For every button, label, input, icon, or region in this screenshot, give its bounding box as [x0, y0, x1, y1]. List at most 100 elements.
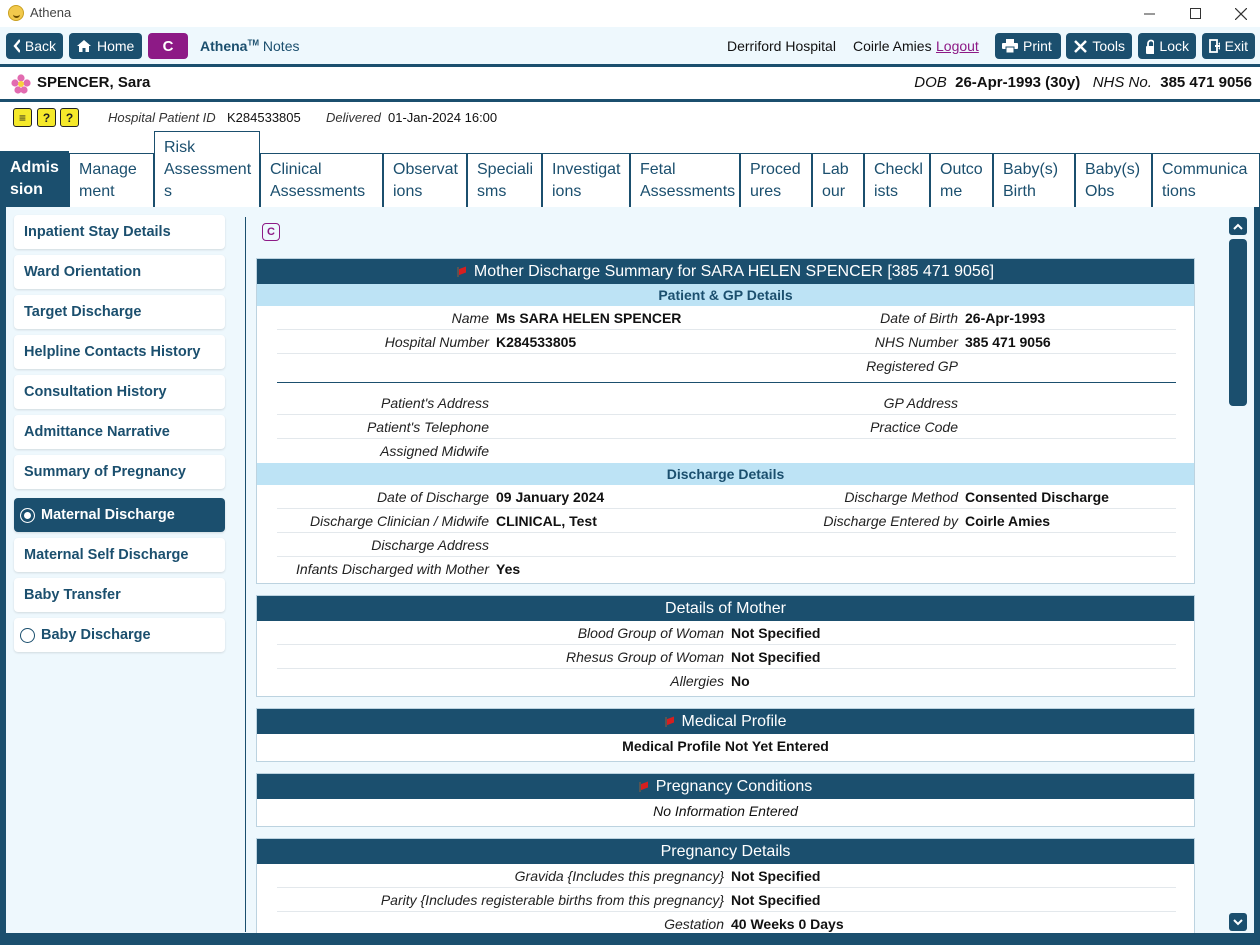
chevron-up-icon [1233, 223, 1243, 230]
minimize-icon [1143, 13, 1155, 15]
maximize-button[interactable] [1172, 0, 1218, 27]
name-value: Ms SARA HELEN SPENCER [496, 310, 682, 326]
tab-fetal-assessments[interactable]: Fetal Assessments [630, 153, 740, 208]
sidebar-item-inpatient-stay[interactable]: Inpatient Stay Details [14, 215, 225, 249]
patient-gp-subheader: Patient & GP Details [257, 284, 1194, 306]
sidebar-item-admittance-narrative[interactable]: Admittance Narrative [14, 415, 225, 449]
close-icon [1235, 7, 1247, 20]
tab-clinical-assessments[interactable]: Clinical Assessments [260, 153, 383, 208]
sidebar-item-summary-of-pregnancy[interactable]: Summary of Pregnancy [14, 455, 225, 489]
title-bar: Athena [0, 0, 1260, 27]
sidebar-item-maternal-discharge[interactable]: Maternal Discharge [14, 498, 225, 532]
gestation-value: 40 Weeks 0 Days [731, 916, 844, 932]
exit-icon [1209, 39, 1220, 53]
flag-icon [638, 781, 650, 792]
hospital-id-label: Hospital Patient ID [108, 110, 216, 125]
tab-labour[interactable]: Lab our [812, 153, 864, 208]
c-button[interactable]: C [148, 33, 188, 59]
flag-icon [456, 266, 468, 277]
back-label: Back [24, 38, 56, 54]
home-button[interactable]: Home [69, 33, 142, 59]
tools-button[interactable]: Tools [1066, 33, 1132, 59]
dob-field-label: Date of Birth [880, 310, 958, 326]
discharge-summary-content: C Mother Discharge Summary for SARA HELE… [256, 217, 1196, 933]
sidebar-item-helpline-contacts[interactable]: Helpline Contacts History [14, 335, 225, 369]
brand-name: Athena [200, 38, 248, 54]
tab-babys-birth[interactable]: Baby(s) Birth [993, 153, 1075, 208]
practice-code-label: Practice Code [870, 419, 958, 435]
pregnancy-details: Pregnancy Details Gravida {Includes this… [256, 838, 1195, 933]
print-button[interactable]: Print [995, 33, 1061, 59]
dob-value: 26-Apr-1993 (30y) [955, 74, 1081, 91]
sidebar-item-maternal-self-discharge[interactable]: Maternal Self Discharge [14, 538, 225, 572]
patient-address-label: Patient's Address [381, 395, 489, 411]
sidebar-divider [245, 217, 246, 932]
nhs-label: NHS No. [1092, 74, 1152, 91]
infants-discharged-label: Infants Discharged with Mother [296, 561, 489, 577]
parity-value: Not Specified [731, 892, 821, 908]
tab-investigations[interactable]: Investigat ions [542, 153, 630, 208]
tab-outcome[interactable]: Outco me [930, 153, 993, 208]
tab-procedures[interactable]: Proced ures [740, 153, 812, 208]
tab-communications[interactable]: Communica tions [1152, 153, 1260, 208]
section-rule [277, 382, 1176, 383]
delivered-label: Delivered [326, 110, 381, 125]
main-tabs: Admis sion Manage ment Risk Assessment s Cli… [0, 131, 1260, 208]
tab-management[interactable]: Manage ment [69, 153, 154, 208]
discharge-entered-label: Discharge Entered by [823, 513, 958, 529]
blood-group-label: Blood Group of Woman [577, 625, 724, 641]
medical-profile: Medical Profile Medical Profile Not Yet … [256, 708, 1195, 762]
lock-button[interactable]: Lock [1138, 33, 1196, 59]
assigned-midwife-label: Assigned Midwife [380, 443, 489, 459]
exit-button[interactable]: Exit [1202, 33, 1255, 59]
sidebar-item-consultation-history[interactable]: Consultation History [14, 375, 225, 409]
c-badge-icon[interactable]: C [262, 223, 280, 241]
sidebar-item-baby-discharge[interactable]: Baby Discharge [14, 618, 225, 652]
tab-observations[interactable]: Observat ions [383, 153, 467, 208]
logout-link[interactable]: Logout [936, 38, 979, 54]
brand-suffix: Notes [262, 38, 300, 54]
home-icon [77, 40, 91, 52]
discharge-address-label: Discharge Address [371, 537, 489, 553]
gravida-value: Not Specified [731, 868, 821, 884]
nhs-number-label: NHS Number [874, 334, 958, 350]
flower-icon [11, 74, 31, 94]
tab-admission[interactable]: Admis sion [0, 151, 69, 208]
tab-babys-obs[interactable]: Baby(s) Obs [1075, 153, 1152, 208]
question-icon-2[interactable]: ? [60, 108, 79, 127]
main-toolbar: Back Home C AthenaTM Notes Derriford Hos… [0, 27, 1260, 64]
alert-list-icon[interactable]: ≡ [13, 108, 32, 127]
radio-selected-icon [20, 507, 35, 523]
minimize-button[interactable] [1126, 0, 1172, 27]
tools-icon [1074, 39, 1087, 53]
content-scrollbar[interactable] [1229, 217, 1247, 933]
content-panel: Inpatient Stay Details Ward Orientation … [6, 207, 1254, 933]
sidebar-item-ward-orientation[interactable]: Ward Orientation [14, 255, 225, 289]
close-window-button[interactable] [1218, 0, 1260, 27]
parity-label: Parity {Includes registerable births fro… [380, 892, 724, 908]
hospital-number-label: Hospital Number [384, 334, 489, 350]
discharge-method-value: Consented Discharge [965, 489, 1109, 505]
pregnancy-conditions: Pregnancy Conditions No Information Ente… [256, 773, 1195, 827]
tab-checklists[interactable]: Checkl ists [864, 153, 930, 208]
summary-header: Mother Discharge Summary for SARA HELEN … [257, 259, 1194, 284]
sidebar-item-target-discharge[interactable]: Target Discharge [14, 295, 225, 329]
discharge-clinician-label: Discharge Clinician / Midwife [310, 513, 489, 529]
scroll-down-button[interactable] [1229, 913, 1247, 931]
medical-profile-text: Medical Profile Not Yet Entered [622, 738, 829, 754]
discharge-details-subheader: Discharge Details [257, 463, 1194, 485]
brand-tm: TM [247, 38, 260, 48]
discharge-entered-value: Coirle Amies [965, 513, 1051, 529]
discharge-date-label: Date of Discharge [376, 489, 489, 505]
scroll-thumb[interactable] [1229, 239, 1247, 406]
question-icon[interactable]: ? [37, 108, 56, 127]
sidebar-item-baby-transfer[interactable]: Baby Transfer [14, 578, 225, 612]
gp-address-label: GP Address [883, 395, 958, 411]
tab-risk-assessments[interactable]: Risk Assessment s [154, 131, 260, 208]
nhs-value: 385 471 9056 [1160, 74, 1252, 91]
exit-label: Exit [1224, 38, 1248, 54]
back-button[interactable]: Back [6, 33, 63, 59]
content-frame: Inpatient Stay Details Ward Orientation … [0, 207, 1260, 945]
tab-specialisms[interactable]: Speciali sms [467, 153, 542, 208]
scroll-up-button[interactable] [1229, 217, 1247, 235]
